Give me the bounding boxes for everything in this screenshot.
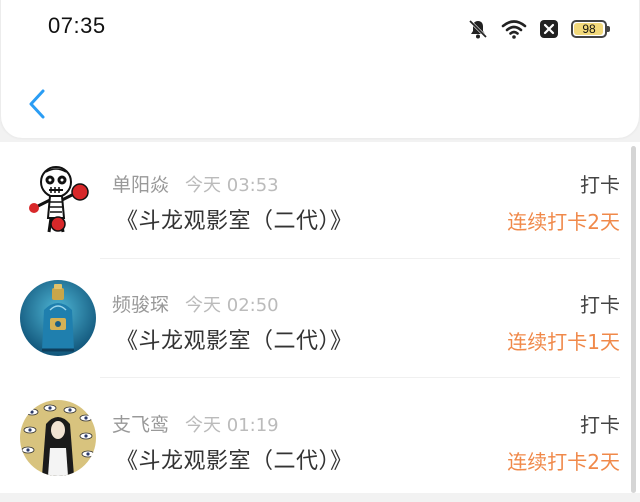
list-item[interactable]: 支飞鸾 今天 01:19 《斗龙观影室（二代）》 打卡 连续打卡2天	[0, 382, 640, 502]
battery-icon: 98	[571, 20, 610, 38]
user-name: 支飞鸾	[112, 414, 170, 436]
status-time: 07:35	[48, 13, 106, 38]
mute-bell-icon	[467, 18, 489, 40]
scrollbar[interactable]	[631, 146, 636, 493]
checkin-time: 今天 03:53	[185, 175, 279, 196]
checkin-label: 打卡	[580, 293, 620, 317]
movie-title: 《斗龙观影室（二代）》	[116, 209, 353, 234]
checkin-label: 打卡	[580, 173, 620, 197]
no-sim-icon	[539, 19, 559, 39]
checkin-time: 今天 02:50	[185, 295, 279, 316]
wifi-icon	[501, 18, 527, 40]
chevron-left-icon	[29, 89, 45, 119]
status-bar: 07:35 98	[1, 0, 640, 56]
checkin-time: 今天 01:19	[185, 415, 279, 436]
battery-level: 98	[582, 22, 596, 36]
list-item[interactable]: 频骏琛 今天 02:50 《斗龙观影室（二代）》 打卡 连续打卡1天	[0, 262, 640, 382]
checkin-label: 打卡	[580, 413, 620, 437]
header: 07:35 98	[0, 0, 640, 138]
back-button[interactable]	[19, 82, 55, 126]
list-item[interactable]: 单阳焱 今天 03:53 《斗龙观影室（二代）》 打卡 连续打卡2天	[0, 142, 640, 262]
user-name: 频骏琛	[112, 294, 170, 316]
battery-nub	[607, 26, 610, 32]
avatar[interactable]	[20, 160, 96, 236]
avatar[interactable]	[20, 280, 96, 356]
streak-label: 连续打卡2天	[507, 210, 620, 234]
name-line: 支飞鸾 今天 01:19	[112, 410, 279, 437]
status-icons: 98	[467, 17, 610, 41]
movie-title: 《斗龙观影室（二代）》	[116, 329, 353, 354]
name-line: 频骏琛 今天 02:50	[112, 290, 279, 317]
streak-label: 连续打卡1天	[507, 330, 620, 354]
movie-title: 《斗龙观影室（二代）》	[116, 449, 353, 474]
user-name: 单阳焱	[112, 174, 170, 196]
name-line: 单阳焱 今天 03:53	[112, 170, 279, 197]
avatar[interactable]	[20, 400, 96, 476]
streak-label: 连续打卡2天	[507, 450, 620, 474]
